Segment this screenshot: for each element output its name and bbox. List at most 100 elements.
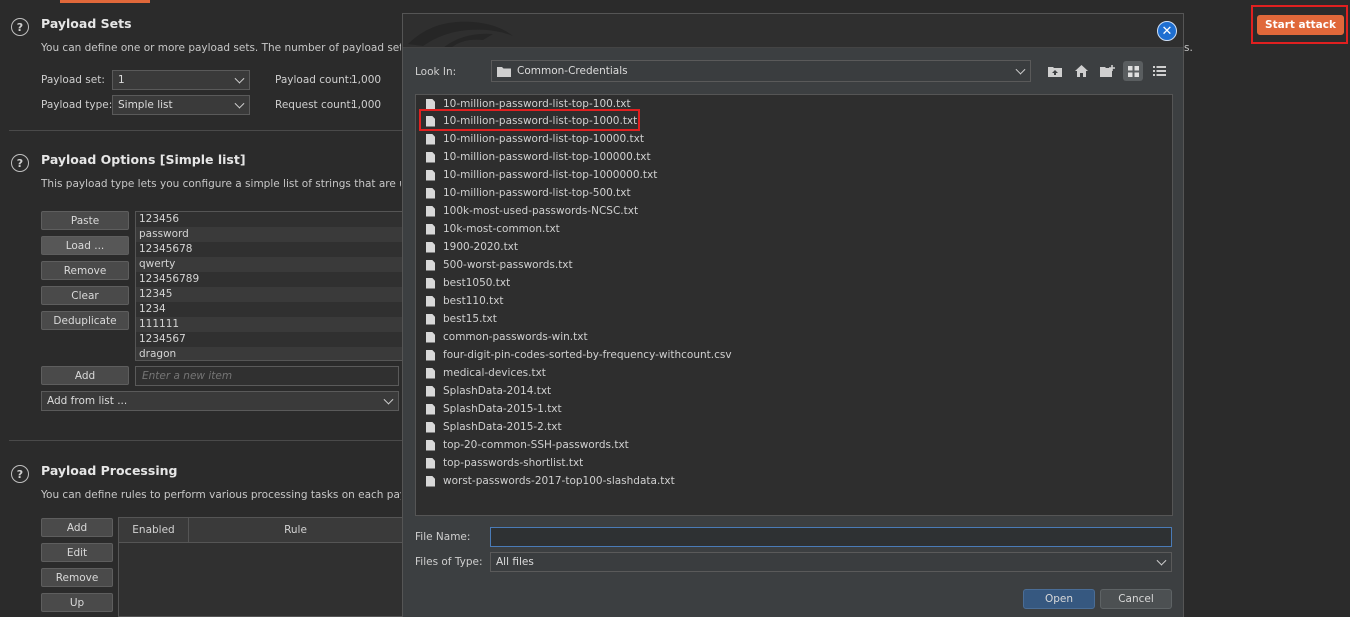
file-item[interactable]: top-20-common-SSH-passwords.txt <box>426 436 1172 454</box>
file-item[interactable]: SplashData-2015-2.txt <box>426 418 1172 436</box>
file-icon <box>426 169 435 181</box>
payload-sets-description-tail: s. <box>1184 42 1193 54</box>
look-in-label: Look In: <box>415 66 457 78</box>
payload-set-label: Payload set: <box>41 74 105 86</box>
file-item[interactable]: SplashData-2014.txt <box>426 382 1172 400</box>
list-item[interactable]: 12345 <box>136 287 402 302</box>
payload-sets-title: Payload Sets <box>41 16 132 31</box>
file-item[interactable]: 10-million-password-list-top-100000.txt <box>426 148 1172 166</box>
file-item[interactable]: worst-passwords-2017-top100-slashdata.tx… <box>426 472 1172 490</box>
file-item[interactable]: best110.txt <box>426 292 1172 310</box>
file-item[interactable]: top-passwords-shortlist.txt <box>426 454 1172 472</box>
payload-options-description: This payload type lets you configure a s… <box>41 178 401 190</box>
payload-options-title: Payload Options [Simple list] <box>41 152 246 167</box>
add-rule-button[interactable]: Add <box>41 518 113 537</box>
file-name: SplashData-2015-1.txt <box>443 403 562 415</box>
new-folder-icon[interactable] <box>1097 61 1117 81</box>
column-header-rule[interactable]: Rule <box>189 518 402 542</box>
list-item[interactable]: 111111 <box>136 317 402 332</box>
help-icon[interactable]: ? <box>11 465 29 483</box>
clear-button[interactable]: Clear <box>41 286 129 305</box>
file-item[interactable]: 100k-most-used-passwords-NCSC.txt <box>426 202 1172 220</box>
files-of-type-select[interactable]: All files <box>490 552 1172 572</box>
file-name: best15.txt <box>443 313 497 325</box>
list-item[interactable]: qwerty <box>136 257 402 272</box>
file-item[interactable]: 10-million-password-list-top-500.txt <box>426 184 1172 202</box>
help-icon[interactable]: ? <box>11 18 29 36</box>
file-item[interactable]: common-passwords-win.txt <box>426 328 1172 346</box>
file-name-input[interactable] <box>490 527 1172 547</box>
file-icon <box>426 151 435 163</box>
column-header-enabled[interactable]: Enabled <box>119 518 189 542</box>
file-item[interactable]: 10k-most-common.txt <box>426 220 1172 238</box>
file-item[interactable]: best1050.txt <box>426 274 1172 292</box>
add-from-list-value: Add from list ... <box>47 395 128 407</box>
dialog-title-bar[interactable]: ✕ <box>403 14 1183 48</box>
cancel-button[interactable]: Cancel <box>1100 589 1172 609</box>
add-item-button[interactable]: Add <box>41 366 129 385</box>
payload-type-select[interactable]: Simple list <box>112 95 250 115</box>
file-item[interactable]: 1900-2020.txt <box>426 238 1172 256</box>
details-view-icon[interactable] <box>1149 61 1169 81</box>
load-button[interactable]: Load ... <box>41 236 129 255</box>
chevron-down-icon <box>234 98 245 109</box>
list-view-icon[interactable] <box>1123 61 1143 81</box>
file-item[interactable]: 500-worst-passwords.txt <box>426 256 1172 274</box>
list-item[interactable]: 123456 <box>136 212 402 227</box>
file-list[interactable]: 10-million-password-list-top-100.txt 10-… <box>415 94 1173 516</box>
file-item[interactable]: medical-devices.txt <box>426 364 1172 382</box>
file-item[interactable]: 10-million-password-list-top-1000000.txt <box>426 166 1172 184</box>
payload-count-label: Payload count: <box>275 74 353 86</box>
file-icon <box>426 385 435 397</box>
file-name: medical-devices.txt <box>443 367 546 379</box>
file-icon <box>426 331 435 343</box>
list-item[interactable]: 1234 <box>136 302 402 317</box>
list-item[interactable]: 123456789 <box>136 272 402 287</box>
add-from-list-select[interactable]: Add from list ... <box>41 391 399 411</box>
file-name: 10-million-password-list-top-10000.txt <box>443 133 644 145</box>
list-item[interactable]: 1234567 <box>136 332 402 347</box>
paste-button[interactable]: Paste <box>41 211 129 230</box>
home-icon[interactable] <box>1071 61 1091 81</box>
list-item[interactable]: dragon <box>136 347 402 360</box>
file-item[interactable]: 10-million-password-list-top-10000.txt <box>426 130 1172 148</box>
list-item[interactable]: password <box>136 227 402 242</box>
file-name: top-passwords-shortlist.txt <box>443 457 584 469</box>
up-rule-button[interactable]: Up <box>41 593 113 612</box>
open-button[interactable]: Open <box>1023 589 1095 609</box>
file-icon <box>426 241 435 253</box>
close-icon[interactable]: ✕ <box>1157 21 1177 41</box>
file-icon <box>426 367 435 379</box>
selected-file-highlight <box>419 109 640 131</box>
edit-rule-button[interactable]: Edit <box>41 543 113 562</box>
payload-list[interactable]: 123456 password 12345678 qwerty 12345678… <box>135 211 403 361</box>
file-name-label: File Name: <box>415 531 471 543</box>
payload-set-select[interactable]: 1 <box>112 70 250 90</box>
rules-table[interactable]: Enabled Rule <box>118 517 403 617</box>
file-name: SplashData-2015-2.txt <box>443 421 562 433</box>
request-count-value: 1,000 <box>351 99 382 111</box>
payload-count-value: 1,000 <box>351 74 382 86</box>
payload-processing-description: You can define rules to perform various … <box>41 489 401 501</box>
file-icon <box>426 259 435 271</box>
file-item[interactable]: best15.txt <box>426 310 1172 328</box>
file-name: 500-worst-passwords.txt <box>443 259 573 271</box>
look-in-select[interactable]: Common-Credentials <box>491 60 1031 82</box>
help-icon[interactable]: ? <box>11 154 29 172</box>
list-item[interactable]: 12345678 <box>136 242 402 257</box>
start-attack-button[interactable]: Start attack <box>1257 15 1344 35</box>
deduplicate-button[interactable]: Deduplicate <box>41 311 129 330</box>
file-item[interactable]: four-digit-pin-codes-sorted-by-frequency… <box>426 346 1172 364</box>
file-name: 10k-most-common.txt <box>443 223 560 235</box>
chevron-down-icon <box>234 73 245 84</box>
new-item-input[interactable] <box>135 366 399 386</box>
file-icon <box>426 457 435 469</box>
remove-button[interactable]: Remove <box>41 261 129 280</box>
look-in-value: Common-Credentials <box>517 65 628 77</box>
active-tab-underline <box>60 0 150 3</box>
file-item[interactable]: SplashData-2015-1.txt <box>426 400 1172 418</box>
remove-rule-button[interactable]: Remove <box>41 568 113 587</box>
file-icon <box>426 439 435 451</box>
up-folder-icon[interactable] <box>1045 61 1065 81</box>
payload-processing-title: Payload Processing <box>41 463 178 478</box>
